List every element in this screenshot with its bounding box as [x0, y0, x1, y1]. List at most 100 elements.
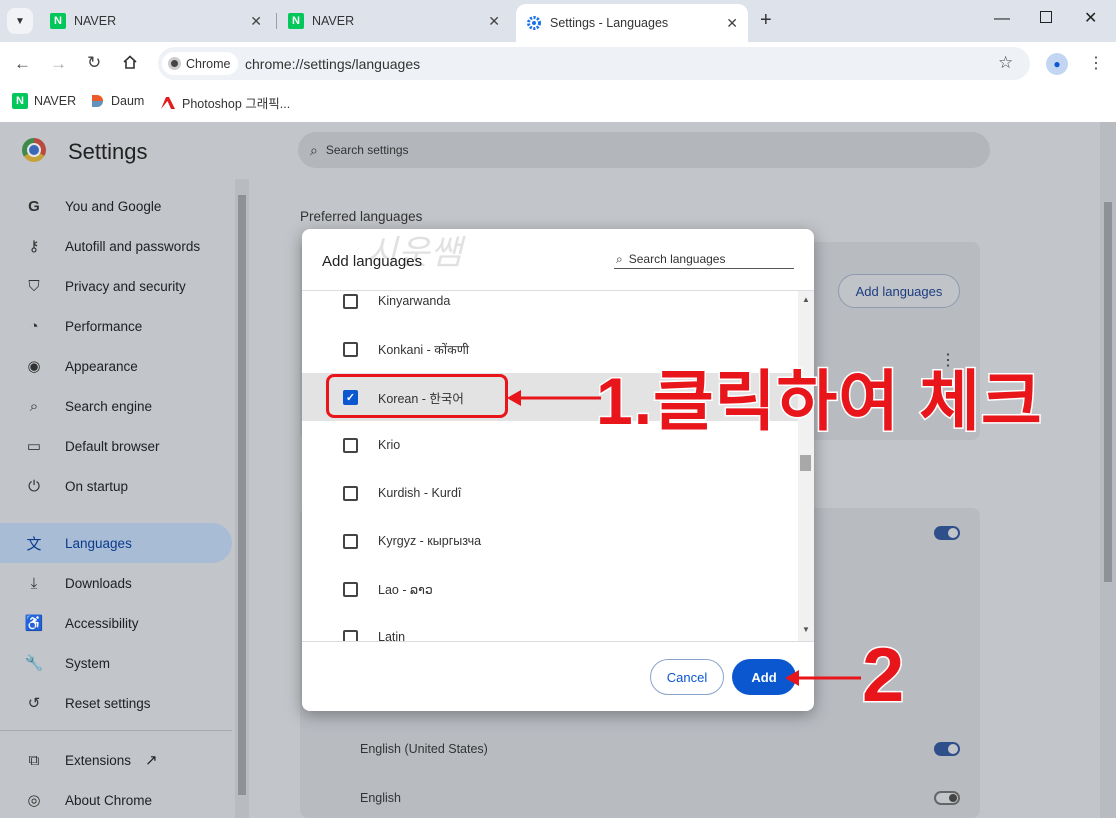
scrollbar-thumb[interactable] [238, 195, 246, 795]
language-label: Kurdish - Kurdî [378, 486, 462, 500]
sidebar-item-autofill[interactable]: ⚷ Autofill and passwords [24, 226, 234, 266]
chrome-icon [168, 57, 181, 70]
url-text[interactable]: chrome://settings/languages [245, 56, 420, 72]
spell-check-language-row: English [360, 791, 401, 805]
new-tab-icon[interactable]: + [760, 9, 772, 32]
naver-icon: N [288, 13, 304, 29]
sidebar-item-on-startup[interactable]: ⏻ On startup [24, 466, 234, 506]
bookmark-naver[interactable]: N NAVER [12, 93, 76, 109]
browser-window-icon: ▭ [26, 438, 42, 455]
list-item[interactable]: Kyrgyz - кыргызча [302, 517, 798, 565]
checkbox[interactable] [343, 341, 358, 357]
list-item[interactable]: Latin [302, 613, 798, 641]
bookmark-photoshop[interactable]: Photoshop 그래픽... [160, 93, 290, 112]
checkbox[interactable] [343, 581, 358, 597]
sidebar-item-search-engine[interactable]: ⌕ Search engine [24, 386, 234, 426]
naver-icon: N [12, 93, 28, 109]
annotation-arrow-2 [785, 670, 861, 686]
sidebar-item-label: System [65, 655, 111, 671]
annotation-arrow-1 [507, 390, 601, 406]
naver-icon: N [50, 13, 66, 29]
sidebar-item-privacy[interactable]: ⛉ Privacy and security [24, 266, 234, 306]
sidebar-item-reset[interactable]: ↺ Reset settings [24, 683, 234, 723]
forward-arrow-icon[interactable]: → [50, 54, 67, 74]
tab-settings-languages[interactable]: Settings - Languages ✕ [516, 4, 748, 42]
minimize-icon[interactable]: — [994, 10, 1010, 28]
search-languages-input[interactable]: ⌕ Search languages [614, 250, 794, 269]
sidebar-item-label: Privacy and security [65, 278, 186, 294]
search-icon: ⌕ [616, 251, 623, 266]
reset-icon: ↺ [27, 695, 41, 712]
chrome-logo-icon [22, 138, 46, 162]
home-icon[interactable] [122, 54, 138, 75]
palette-icon: ◉ [27, 358, 41, 375]
annotation-step2-text: 2 [860, 632, 905, 720]
sidebar-item-label: Default browser [65, 438, 160, 454]
sidebar-item-label: About Chrome [65, 792, 153, 808]
scroll-down-arrow-icon[interactable]: ▼ [802, 625, 810, 634]
site-chip[interactable]: Chrome [162, 52, 239, 75]
sidebar-item-appearance[interactable]: ◉ Appearance [24, 346, 234, 386]
checkbox[interactable] [343, 485, 358, 501]
scroll-up-arrow-icon[interactable]: ▲ [802, 295, 810, 304]
settings-search-input[interactable]: ⌕ Search settings [298, 132, 990, 168]
scrollbar-thumb[interactable] [1104, 202, 1112, 582]
tab-naver-1[interactable]: N NAVER ✕ [40, 6, 272, 36]
annotation-step1-text: 1.클릭하여 체크 [595, 363, 1044, 440]
close-icon[interactable]: ✕ [250, 13, 262, 30]
sidebar-item-downloads[interactable]: ⤓ Downloads [24, 563, 234, 603]
tab-divider [276, 13, 277, 29]
bookmark-daum[interactable]: Daum [89, 93, 144, 109]
list-item[interactable]: Lao - ລາວ [302, 565, 798, 613]
settings-search-placeholder: Search settings [325, 143, 409, 157]
download-icon: ⤓ [30, 574, 38, 592]
sidebar-item-languages[interactable]: 文 Languages [0, 523, 232, 563]
adobe-icon [160, 95, 176, 111]
sidebar-item-label: Extensions [65, 752, 132, 768]
language-label: Kyrgyz - кыргызча [378, 534, 482, 548]
search-icon: ⌕ [310, 141, 318, 158]
list-item[interactable]: Kurdish - Kurdî [302, 469, 798, 517]
toggle-switch[interactable] [934, 526, 960, 540]
bookmark-star-icon[interactable]: ☆ [998, 53, 1013, 73]
key-icon: ⚷ [28, 238, 40, 255]
sidebar-item-about-chrome[interactable]: ◎ About Chrome [24, 780, 234, 820]
scrollbar-thumb[interactable] [800, 455, 811, 471]
dialog-title: Add languages [322, 253, 423, 270]
language-label: Lao - ລາວ [378, 582, 433, 597]
dialog-divider [302, 641, 814, 642]
profile-avatar-icon[interactable]: ● [1046, 53, 1068, 75]
puzzle-icon: ⧉ [28, 751, 40, 769]
checkbox[interactable] [343, 629, 358, 641]
add-languages-button[interactable]: Add languages [838, 274, 960, 308]
preferred-languages-heading: Preferred languages [300, 209, 423, 224]
more-menu-icon[interactable]: ⋮ [1088, 53, 1104, 73]
page-scrollbar[interactable] [1100, 122, 1116, 818]
power-icon: ⏻ [28, 477, 40, 495]
checkbox[interactable] [343, 437, 358, 453]
close-icon[interactable]: ✕ [726, 15, 738, 32]
list-item[interactable]: Kinyarwanda [302, 291, 798, 325]
sidebar-item-accessibility[interactable]: ♿ Accessibility [24, 603, 234, 643]
sidebar-scrollbar[interactable] [235, 179, 249, 818]
close-window-icon[interactable]: ✕ [1084, 8, 1097, 28]
sidebar-item-performance[interactable]: ◔ Performance [24, 306, 234, 346]
checkbox[interactable] [343, 293, 358, 309]
tab-search-button[interactable]: ▼ [7, 8, 33, 34]
toggle-switch[interactable] [934, 742, 960, 756]
close-icon[interactable]: ✕ [488, 13, 500, 30]
sidebar-item-default-browser[interactable]: ▭ Default browser [24, 426, 234, 466]
cancel-button[interactable]: Cancel [650, 659, 724, 695]
back-arrow-icon[interactable]: ← [14, 54, 31, 74]
accessibility-icon: ♿ [24, 615, 44, 632]
maximize-icon[interactable] [1040, 11, 1052, 23]
toggle-switch[interactable] [934, 791, 960, 805]
tab-naver-2[interactable]: N NAVER ✕ [278, 6, 510, 36]
sidebar-item-system[interactable]: 🔧 System [24, 643, 234, 683]
sidebar-item-you-and-google[interactable]: G You and Google [24, 186, 234, 226]
language-list-scrollbar[interactable]: ▲ ▼ [798, 291, 814, 641]
reload-icon[interactable]: ↻ [87, 53, 101, 73]
translate-icon: 文 [26, 535, 42, 553]
sidebar-item-extensions[interactable]: ⧉ Extensions ↗ [24, 740, 234, 780]
checkbox[interactable] [343, 533, 358, 549]
